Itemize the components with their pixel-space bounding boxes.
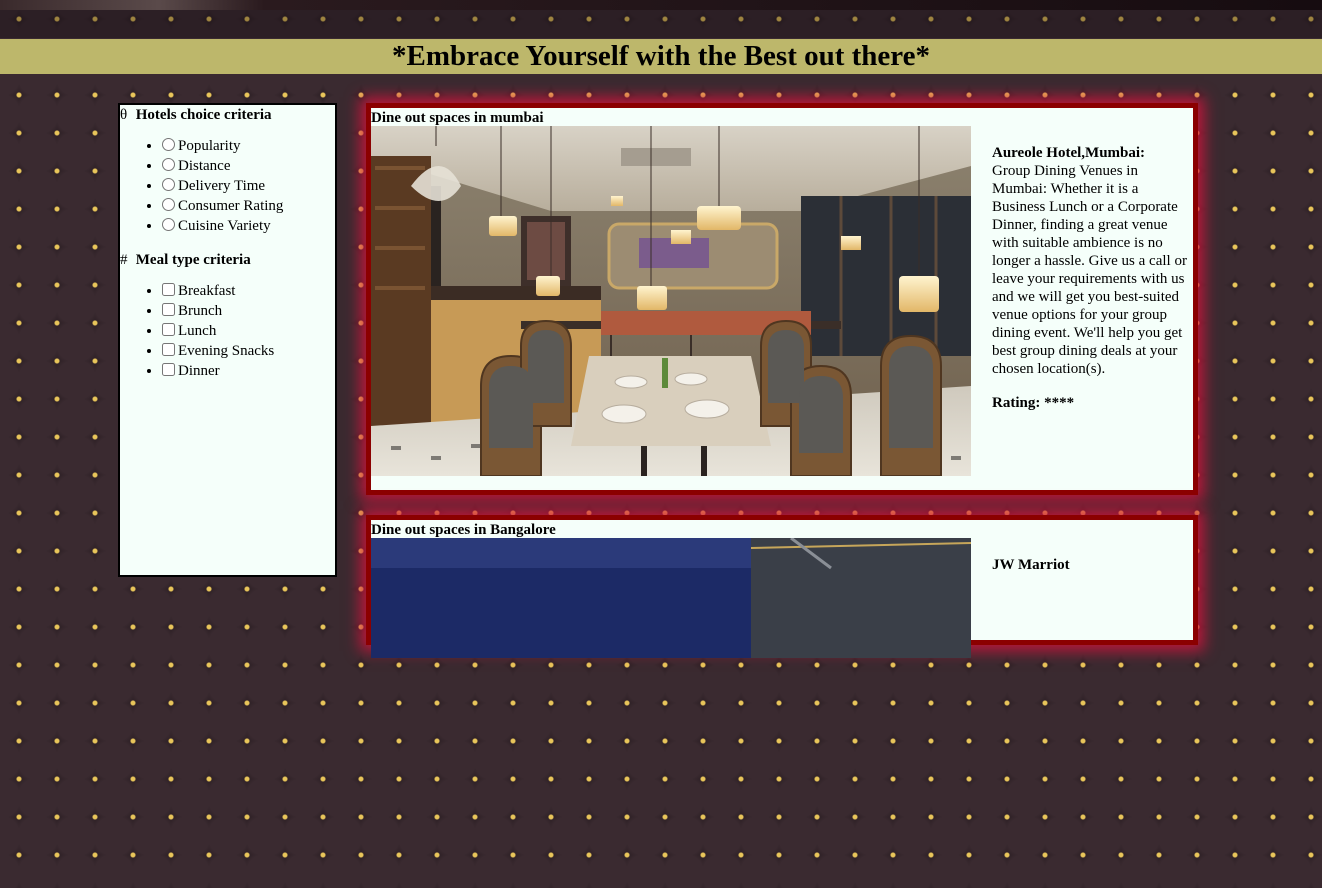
venue-description: Aureole Hotel,Mumbai: Group Dining Venues… — [992, 144, 1188, 428]
sidebar-filters: θ Hotels choice criteria Popularity Dist… — [118, 103, 337, 577]
rating-value: **** — [1044, 395, 1075, 411]
checkbox-brunch[interactable] — [162, 303, 175, 316]
theta-icon: θ — [120, 107, 128, 123]
checkbox-breakfast[interactable] — [162, 283, 175, 296]
venue-card-bangalore: Dine out spaces in Bangalore JW Marriot — [366, 515, 1198, 658]
checkbox-evening-snacks[interactable] — [162, 343, 175, 356]
card-title: Dine out spaces in Bangalore — [371, 522, 556, 538]
rating-label: Rating: — [992, 395, 1041, 411]
hotel-name: Aureole Hotel,Mumbai: — [992, 145, 1146, 161]
hotel-criteria-heading: θ Hotels choice criteria — [120, 107, 335, 124]
meal-criteria-list: Breakfast Brunch Lunch Evening Snacks Di… — [120, 281, 335, 381]
top-strip — [0, 0, 1322, 10]
option-label: Cuisine Variety — [178, 218, 271, 234]
restaurant-photo — [371, 126, 971, 476]
list-item: Popularity — [162, 136, 335, 156]
option-label: Brunch — [178, 303, 223, 319]
venue-card-mumbai: Dine out spaces in mumbai Aureole Hotel,… — [366, 103, 1198, 495]
restaurant-interior-image — [371, 126, 971, 476]
card-title: Dine out spaces in mumbai — [371, 110, 544, 126]
radio-delivery-time[interactable] — [162, 178, 175, 191]
top-band — [0, 10, 1322, 38]
description-text: Group Dining Venues in Mumbai: Whether i… — [992, 163, 1187, 377]
list-item: Lunch — [162, 321, 335, 341]
hotel-criteria-list: Popularity Distance Delivery Time Consum… — [120, 136, 335, 236]
option-label: Delivery Time — [178, 178, 266, 194]
venue-description: JW Marriot — [992, 556, 1188, 590]
option-label: Distance — [178, 158, 231, 174]
page-title: *Embrace Yourself with the Best out ther… — [391, 40, 931, 72]
list-item: Distance — [162, 156, 335, 176]
radio-distance[interactable] — [162, 158, 175, 171]
radio-popularity[interactable] — [162, 138, 175, 151]
meal-criteria-heading: # Meal type criteria — [120, 252, 335, 269]
list-item: Delivery Time — [162, 176, 335, 196]
hash-icon: # — [120, 252, 128, 268]
list-item: Evening Snacks — [162, 341, 335, 361]
list-item: Dinner — [162, 361, 335, 381]
list-item: Cuisine Variety — [162, 216, 335, 236]
banner: *Embrace Yourself with the Best out ther… — [0, 39, 1322, 74]
meal-criteria-heading-text: Meal type criteria — [135, 252, 251, 268]
list-item: Consumer Rating — [162, 196, 335, 216]
radio-cuisine-variety[interactable] — [162, 218, 175, 231]
hotel-criteria-heading-text: Hotels choice criteria — [135, 107, 272, 123]
list-item: Brunch — [162, 301, 335, 321]
hotel-photo — [371, 538, 971, 888]
checkbox-lunch[interactable] — [162, 323, 175, 336]
option-label: Popularity — [178, 138, 241, 154]
option-label: Dinner — [178, 363, 220, 379]
option-label: Consumer Rating — [178, 198, 284, 214]
radio-consumer-rating[interactable] — [162, 198, 175, 211]
list-item: Breakfast — [162, 281, 335, 301]
option-label: Breakfast — [178, 283, 236, 299]
option-label: Evening Snacks — [178, 343, 275, 359]
hotel-exterior-image — [371, 538, 971, 658]
checkbox-dinner[interactable] — [162, 363, 175, 376]
hotel-name: JW Marriot — [992, 557, 1070, 573]
option-label: Lunch — [178, 323, 217, 339]
